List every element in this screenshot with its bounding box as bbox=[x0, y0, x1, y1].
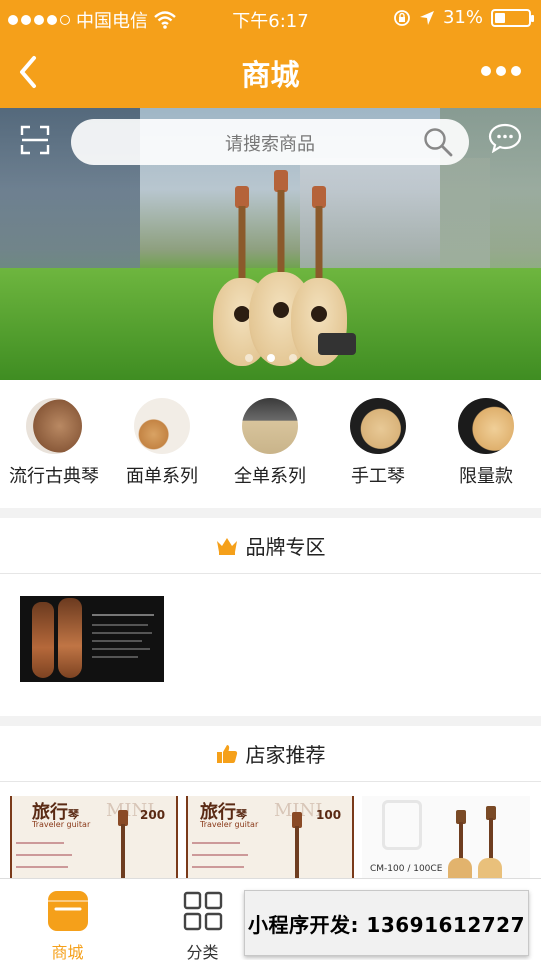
section-title: 品牌专区 bbox=[245, 535, 326, 559]
product-size: 100 bbox=[316, 808, 342, 822]
guitar-icon bbox=[458, 398, 514, 454]
section-title: 店家推荐 bbox=[245, 743, 326, 767]
rotation-lock-icon bbox=[394, 9, 410, 26]
thumbs-up-icon bbox=[216, 744, 237, 763]
recommend-item-image[interactable]: 旅行琴 Traveler guitar MINI 200 bbox=[10, 796, 178, 886]
brand-section: 品牌专区 bbox=[0, 518, 541, 716]
product-subtitle: Traveler guitar bbox=[200, 820, 259, 829]
guitar-icon bbox=[134, 398, 190, 454]
recommend-item-image[interactable]: CM-100 / 100CE bbox=[362, 796, 530, 886]
guitar-icon bbox=[26, 398, 82, 454]
developer-contact-text: 小程序开发: 13691612727 bbox=[247, 912, 526, 937]
product-model: CM-100 / 100CE bbox=[370, 864, 443, 874]
grid-icon bbox=[183, 891, 223, 931]
product-size: 200 bbox=[140, 808, 166, 822]
category-item-classical[interactable]: 流行古典琴 bbox=[0, 398, 108, 488]
tab-label: 商城 bbox=[51, 943, 84, 960]
category-label: 限量款 bbox=[459, 466, 513, 487]
carousel-dot[interactable] bbox=[266, 354, 275, 362]
category-label: 流行古典琴 bbox=[9, 466, 99, 487]
search-input[interactable]: 请搜索商品 bbox=[71, 119, 469, 165]
status-bar: 中国电信 下午6:17 31% bbox=[0, 0, 541, 36]
search-icon[interactable] bbox=[423, 127, 453, 157]
section-header: 品牌专区 bbox=[0, 518, 541, 574]
carousel-dot[interactable] bbox=[288, 354, 297, 362]
category-item-handmade[interactable]: 手工琴 bbox=[324, 398, 432, 488]
category-item-solid[interactable]: 全单系列 bbox=[216, 398, 324, 488]
nav-bar: 商城 bbox=[0, 36, 541, 108]
category-label: 手工琴 bbox=[351, 466, 405, 487]
category-item-laminated[interactable]: 面单系列 bbox=[108, 398, 216, 488]
battery-icon bbox=[491, 8, 534, 27]
brand-image[interactable] bbox=[20, 596, 164, 682]
mall-page: 中国电信 下午6:17 31% 商城 请搜索商品 流行古典琴 面单系列 全单系列… bbox=[0, 0, 541, 960]
battery-fill bbox=[495, 12, 505, 23]
carousel-dot[interactable] bbox=[244, 354, 253, 362]
guitar-bridge-icon bbox=[242, 398, 298, 454]
category-item-limited[interactable]: 限量款 bbox=[432, 398, 540, 488]
tab-mall[interactable]: 商城 bbox=[0, 879, 135, 960]
banner-case-image bbox=[318, 333, 356, 355]
scan-icon[interactable] bbox=[20, 125, 50, 155]
location-icon bbox=[419, 10, 434, 25]
page-title: 商城 bbox=[241, 58, 300, 92]
category-row: 流行古典琴 面单系列 全单系列 手工琴 限量款 bbox=[0, 380, 541, 508]
more-icon[interactable] bbox=[481, 66, 521, 76]
store-icon bbox=[48, 891, 88, 931]
battery-percent: 31% bbox=[442, 7, 483, 28]
crown-icon bbox=[216, 537, 237, 555]
section-header: 店家推荐 bbox=[0, 726, 541, 782]
category-label: 全单系列 bbox=[234, 466, 306, 487]
category-label: 面单系列 bbox=[126, 466, 198, 487]
status-right: 31% bbox=[393, 7, 534, 28]
message-icon[interactable] bbox=[488, 123, 522, 153]
developer-contact-banner: 小程序开发: 13691612727 bbox=[244, 890, 529, 956]
search-placeholder: 请搜索商品 bbox=[225, 134, 315, 155]
recommend-section: 店家推荐 旅行琴 Traveler guitar MINI 200 旅行琴 Tr… bbox=[0, 726, 541, 886]
carousel-dots[interactable] bbox=[0, 354, 541, 362]
guitar-icon bbox=[350, 398, 406, 454]
product-subtitle: Traveler guitar bbox=[32, 820, 91, 829]
recommend-item-image[interactable]: 旅行琴 Traveler guitar MINI 100 bbox=[186, 796, 354, 886]
